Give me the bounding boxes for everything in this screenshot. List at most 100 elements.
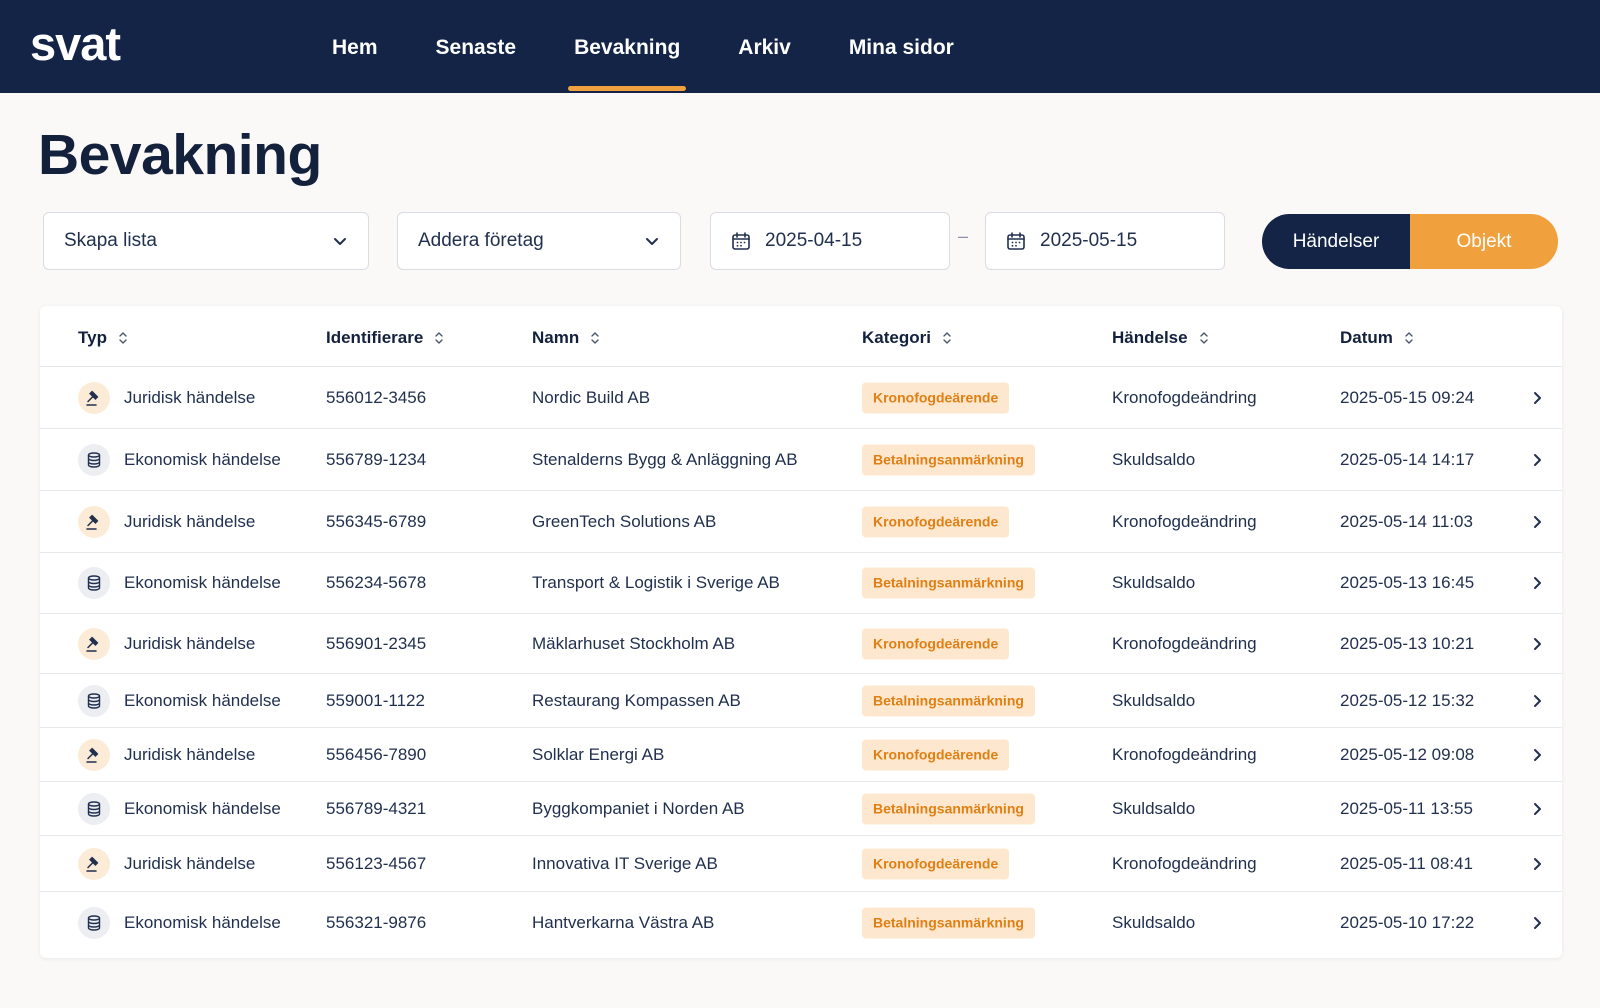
category-badge: Kronofogdeärende xyxy=(862,739,1010,770)
gavel-icon xyxy=(78,627,110,660)
column-label: Händelse xyxy=(1112,328,1188,347)
sort-icon xyxy=(1405,332,1413,344)
list-select-value: Skapa lista xyxy=(64,230,157,251)
column-header-namn[interactable]: Namn xyxy=(532,328,600,348)
cell-type: Ekonomisk händelse xyxy=(124,798,281,818)
chevron-right-icon[interactable] xyxy=(1531,693,1543,709)
chevron-right-icon[interactable] xyxy=(1531,452,1543,468)
cell-identifier: 556901-2345 xyxy=(326,633,427,653)
company-select[interactable]: Addera företag xyxy=(397,212,681,270)
page-title: Bevakning xyxy=(38,123,322,187)
column-label: Namn xyxy=(532,328,580,347)
cell-event: Skuldsaldo xyxy=(1112,913,1196,932)
column-header-kategori[interactable]: Kategori xyxy=(862,328,952,348)
company-select-value: Addera företag xyxy=(418,230,544,251)
main-nav: Hem Senaste Bevakning Arkiv Mina sidor xyxy=(303,0,983,93)
table-row[interactable]: Ekonomisk händelse 559001-1122 Restauran… xyxy=(40,674,1562,728)
sort-icon xyxy=(943,332,951,344)
gavel-icon xyxy=(78,505,110,538)
cell-type: Juridisk händelse xyxy=(124,387,256,407)
logo[interactable]: svat xyxy=(30,16,121,71)
cell-type: Ekonomisk händelse xyxy=(124,690,281,710)
cell-type: Juridisk händelse xyxy=(124,744,256,764)
column-label: Typ xyxy=(78,328,107,347)
calendar-icon xyxy=(732,232,750,250)
chevron-right-icon[interactable] xyxy=(1531,915,1543,931)
column-label: Kategori xyxy=(862,328,931,347)
cell-name: Solklar Energi AB xyxy=(532,744,665,764)
top-navigation-bar: svat Hem Senaste Bevakning Arkiv Mina si… xyxy=(0,0,1600,93)
category-badge: Betalningsanmärkning xyxy=(862,567,1035,599)
column-header-typ[interactable]: Typ xyxy=(78,328,128,348)
objekt-toggle-button[interactable]: Objekt xyxy=(1410,214,1558,269)
date-to-field[interactable]: 2025-05-15 xyxy=(985,212,1225,270)
table-row[interactable]: Juridisk händelse 556456-7890 Solklar En… xyxy=(40,728,1562,782)
nav-item-hem[interactable]: Hem xyxy=(303,0,407,93)
cell-identifier: 559001-1122 xyxy=(326,690,425,710)
chevron-right-icon[interactable] xyxy=(1531,747,1543,763)
table-row[interactable]: Juridisk händelse 556012-3456 Nordic Bui… xyxy=(40,367,1562,429)
table-row[interactable]: Ekonomisk händelse 556321-9876 Hantverka… xyxy=(40,892,1562,954)
table-row[interactable]: Juridisk händelse 556901-2345 Mäklarhuse… xyxy=(40,614,1562,674)
database-icon xyxy=(78,443,110,476)
date-to-value: 2025-05-15 xyxy=(1040,230,1138,251)
date-from-field[interactable]: 2025-04-15 xyxy=(710,212,950,270)
list-select[interactable]: Skapa lista xyxy=(43,212,369,270)
nav-item-mina-sidor[interactable]: Mina sidor xyxy=(820,0,983,93)
table-row[interactable]: Ekonomisk händelse 556234-5678 Transport… xyxy=(40,553,1562,614)
sort-icon xyxy=(1199,332,1208,344)
column-header-identifierare[interactable]: Identifierare xyxy=(326,328,444,348)
table-row[interactable]: Juridisk händelse 556123-4567 Innovativa… xyxy=(40,836,1562,892)
cell-date: 2025-05-11 13:55 xyxy=(1340,798,1473,818)
category-badge: Kronofogdeärende xyxy=(862,506,1010,537)
nav-item-bevakning[interactable]: Bevakning xyxy=(545,0,709,93)
database-icon xyxy=(78,684,110,717)
chevron-right-icon[interactable] xyxy=(1531,856,1543,872)
nav-item-senaste[interactable]: Senaste xyxy=(407,0,546,93)
category-badge: Kronofogdeärende xyxy=(862,382,1010,413)
chevron-right-icon[interactable] xyxy=(1531,801,1543,817)
view-toggle: Händelser Objekt xyxy=(1262,214,1558,269)
column-header-datum[interactable]: Datum xyxy=(1340,328,1414,348)
category-badge: Kronofogdeärende xyxy=(862,848,1010,879)
cell-identifier: 556234-5678 xyxy=(326,573,427,592)
cell-event: Kronofogdeändring xyxy=(1112,853,1257,873)
database-icon xyxy=(78,567,110,599)
cell-event: Skuldsaldo xyxy=(1112,798,1196,818)
cell-name: Mäklarhuset Stockholm AB xyxy=(532,633,736,653)
column-label: Identifierare xyxy=(326,328,424,347)
date-from-value: 2025-04-15 xyxy=(765,230,863,251)
category-badge: Betalningsanmärkning xyxy=(862,444,1035,475)
chevron-right-icon[interactable] xyxy=(1531,575,1543,591)
cell-identifier: 556012-3456 xyxy=(326,387,427,407)
category-badge: Kronofogdeärende xyxy=(862,628,1010,659)
table-row[interactable]: Ekonomisk händelse 556789-1234 Stenalder… xyxy=(40,429,1562,491)
column-header-handelse[interactable]: Händelse xyxy=(1112,328,1209,348)
table-row[interactable]: Ekonomisk händelse 556789-4321 Byggkompa… xyxy=(40,782,1562,836)
cell-name: Restaurang Kompassen AB xyxy=(532,690,741,710)
nav-item-arkiv[interactable]: Arkiv xyxy=(709,0,820,93)
category-badge: Betalningsanmärkning xyxy=(862,907,1035,939)
cell-event: Kronofogdeändring xyxy=(1112,633,1257,653)
cell-identifier: 556345-6789 xyxy=(326,511,427,531)
cell-type: Juridisk händelse xyxy=(124,853,256,873)
table-header: Typ Identifierare Namn Kategori Händelse… xyxy=(40,306,1562,367)
cell-name: Nordic Build AB xyxy=(532,387,651,407)
cell-event: Skuldsaldo xyxy=(1112,573,1196,592)
sort-icon xyxy=(435,332,444,344)
cell-identifier: 556456-7890 xyxy=(326,744,427,764)
cell-event: Kronofogdeändring xyxy=(1112,744,1257,764)
chevron-right-icon[interactable] xyxy=(1531,636,1543,652)
gavel-icon xyxy=(78,738,110,771)
table-row[interactable]: Juridisk händelse 556345-6789 GreenTech … xyxy=(40,491,1562,553)
category-badge: Betalningsanmärkning xyxy=(862,685,1035,716)
cell-event: Kronofogdeändring xyxy=(1112,387,1257,407)
gavel-icon xyxy=(78,847,110,880)
cell-name: GreenTech Solutions AB xyxy=(532,511,717,531)
chevron-right-icon[interactable] xyxy=(1531,514,1543,530)
cell-date: 2025-05-13 10:21 xyxy=(1340,633,1475,653)
cell-name: Transport & Logistik i Sverige AB xyxy=(532,573,780,592)
database-icon xyxy=(78,792,110,825)
handelser-toggle-button[interactable]: Händelser xyxy=(1262,214,1410,269)
chevron-right-icon[interactable] xyxy=(1531,390,1543,406)
